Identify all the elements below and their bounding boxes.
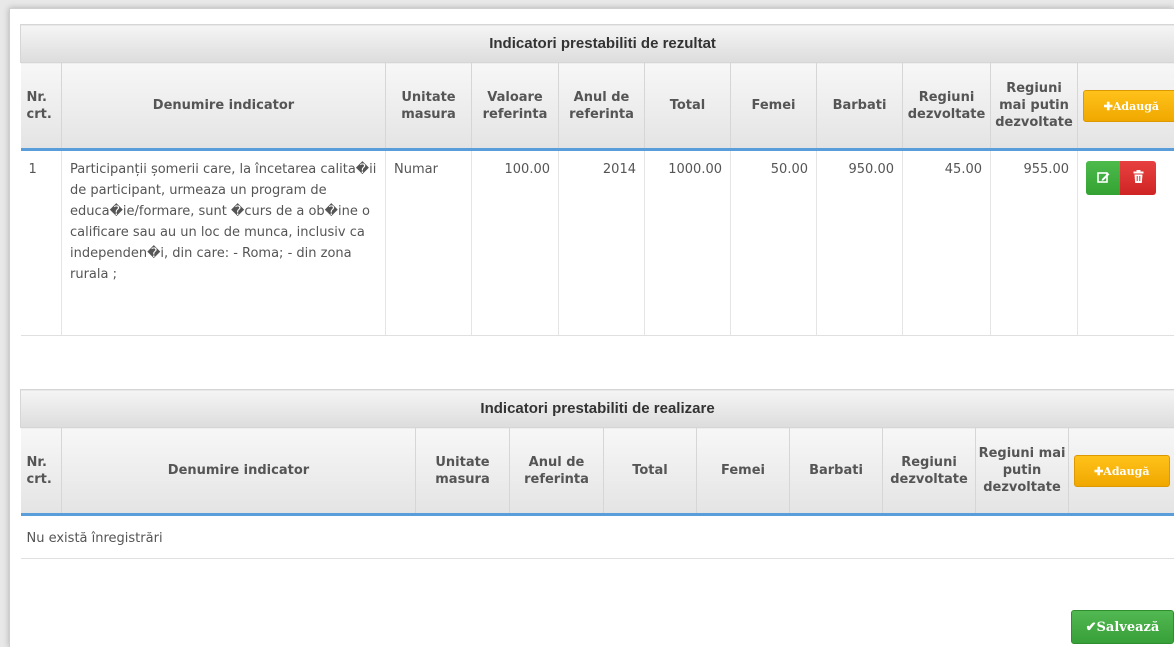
column-header-women: Femei bbox=[696, 427, 790, 516]
empty-message: Nu există înregistrări bbox=[20, 514, 1174, 559]
column-header-name: Denumire indicator bbox=[61, 427, 416, 516]
cell-unit: Numar bbox=[385, 149, 472, 336]
column-header-total: Total bbox=[644, 62, 731, 151]
column-header-unit: Unitate masura bbox=[385, 62, 472, 151]
column-header-women: Femei bbox=[730, 62, 817, 151]
add-result-indicator-button[interactable]: ✚Adaugă bbox=[1083, 89, 1174, 122]
column-header-nr: Nr. crt. bbox=[20, 427, 62, 516]
column-header-unit: Unitate masura bbox=[415, 427, 510, 516]
column-header-ref-value: Valoare referinta bbox=[471, 62, 559, 151]
column-header-name: Denumire indicator bbox=[61, 62, 386, 151]
column-header-total: Total bbox=[603, 427, 697, 516]
result-indicators-table: Indicatori prestabiliti de rezultat Nr. … bbox=[19, 24, 1174, 336]
cell-ref-year: 2014 bbox=[558, 149, 645, 336]
row-actions bbox=[1086, 161, 1174, 195]
table-title: Indicatori prestabiliti de rezultat bbox=[19, 24, 1174, 63]
save-button[interactable]: ✔Salvează bbox=[1071, 610, 1174, 644]
cell-name: Participanții șomerii care, la încetarea… bbox=[61, 149, 386, 336]
add-output-indicator-button[interactable]: ✚Adaugă bbox=[1073, 454, 1170, 487]
column-header-less-developed: Regiuni mai putin dezvoltate bbox=[975, 427, 1069, 516]
column-header-actions: ✚Adaugă bbox=[1077, 62, 1174, 151]
column-header-ref-year: Anul de referinta bbox=[558, 62, 645, 151]
column-header-men: Barbati bbox=[816, 62, 903, 151]
output-indicators-table: Indicatori prestabiliti de realizare Nr.… bbox=[19, 389, 1174, 559]
table-row: 1 Participanții șomerii care, la încetar… bbox=[20, 149, 1174, 336]
table-title: Indicatori prestabiliti de realizare bbox=[19, 389, 1174, 428]
column-header-ref-year: Anul de referinta bbox=[509, 427, 604, 516]
cell-nr: 1 bbox=[20, 149, 62, 336]
column-header-actions: ✚Adaugă bbox=[1068, 427, 1174, 516]
cell-total: 1000.00 bbox=[644, 149, 731, 336]
cell-ref-value: 100.00 bbox=[471, 149, 559, 336]
column-header-developed: Regiuni dezvoltate bbox=[882, 427, 976, 516]
cell-men: 950.00 bbox=[816, 149, 903, 336]
column-header-less-developed: Regiuni mai putin dezvoltate bbox=[990, 62, 1078, 151]
edit-row-button[interactable] bbox=[1086, 161, 1120, 195]
column-header-men: Barbati bbox=[789, 427, 883, 516]
cell-less-developed: 955.00 bbox=[990, 149, 1078, 336]
edit-icon bbox=[1096, 172, 1109, 183]
trash-icon bbox=[1133, 170, 1143, 183]
empty-row: Nu există înregistrări bbox=[20, 514, 1174, 559]
cell-actions bbox=[1077, 149, 1174, 336]
delete-row-button[interactable] bbox=[1120, 161, 1156, 195]
column-header-developed: Regiuni dezvoltate bbox=[902, 62, 991, 151]
cell-women: 50.00 bbox=[730, 149, 817, 336]
column-header-nr: Nr. crt. bbox=[20, 62, 62, 151]
cell-developed: 45.00 bbox=[902, 149, 991, 336]
